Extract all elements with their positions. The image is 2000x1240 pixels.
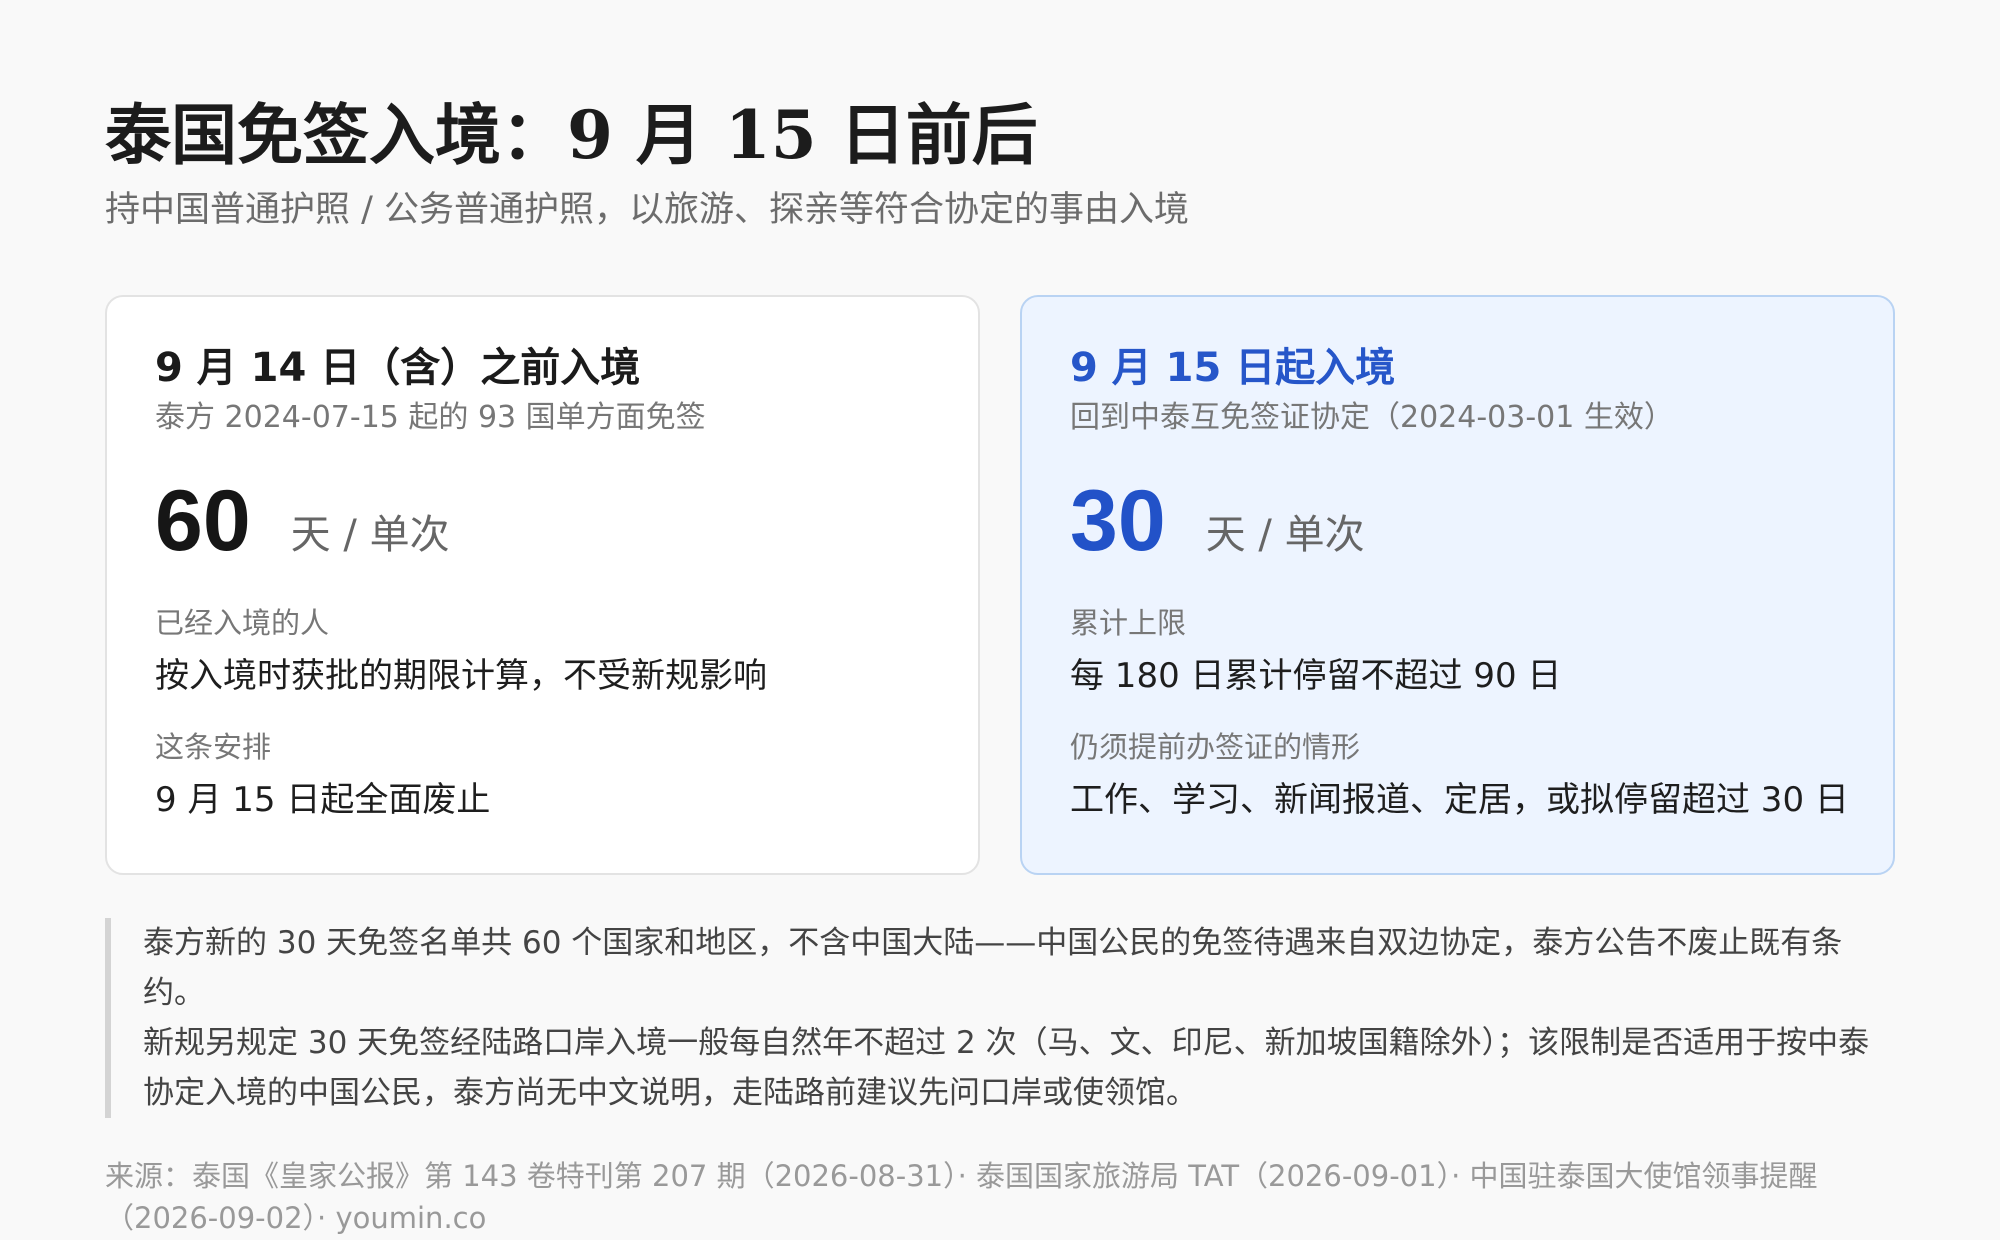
field-label: 累计上限: [1070, 606, 1187, 640]
note-paragraph: 新规另规定 30 天免签经陆路口岸入境一般每自然年不超过 2 次（马、文、印尼、…: [143, 1025, 1870, 1111]
card-subtitle: 泰方 2024-07-15 起的 93 国单方面免签: [155, 400, 706, 435]
field-label: 已经入境的人: [155, 606, 330, 640]
card-subtitle: 回到中泰互免签证协定（2024-03-01 生效）: [1070, 400, 1674, 435]
card-title: 9 月 15 日起入境: [1070, 345, 1396, 391]
card-title: 9 月 14 日（含）之前入境: [155, 345, 641, 391]
field-value: 按入境时获批的期限计算，不受新规影响: [155, 656, 767, 696]
field-label: 仍须提前办签证的情形: [1070, 730, 1361, 764]
field-value: 工作、学习、新闻报道、定居，或拟停留超过 30 日: [1070, 780, 1849, 820]
stay-days-unit: 天 / 单次: [290, 512, 450, 558]
page: 泰国免签入境：9 月 15 日前后 持中国普通护照 / 公务普通护照，以旅游、探…: [105, 90, 1895, 1235]
field-value: 每 180 日累计停留不超过 90 日: [1070, 656, 1562, 696]
stay-duration: 30 天 / 单次: [1070, 467, 1845, 567]
source-citation: 来源：泰国《皇家公报》第 143 卷特刊第 207 期（2026-08-31）·…: [105, 1159, 1818, 1235]
note-blockquote: 泰方新的 30 天免签名单共 60 个国家和地区，不含中国大陆——中国公民的免签…: [105, 918, 1895, 1118]
card-before-sep-15: 9 月 14 日（含）之前入境 泰方 2024-07-15 起的 93 国单方面…: [105, 295, 980, 875]
stay-duration: 60 天 / 单次: [155, 467, 930, 567]
stay-days-unit: 天 / 单次: [1205, 512, 1365, 558]
comparison-cards: 9 月 14 日（含）之前入境 泰方 2024-07-15 起的 93 国单方面…: [105, 295, 1895, 875]
card-from-sep-15: 9 月 15 日起入境 回到中泰互免签证协定（2024-03-01 生效） 30…: [1020, 295, 1895, 875]
field-value: 9 月 15 日起全面废止: [155, 780, 491, 820]
stay-days-number: 30: [1070, 473, 1166, 569]
field-label: 这条安排: [155, 730, 272, 764]
note-paragraph: 泰方新的 30 天免签名单共 60 个国家和地区，不含中国大陆——中国公民的免签…: [143, 925, 1843, 1011]
page-subtitle: 持中国普通护照 / 公务普通护照，以旅游、探亲等符合协定的事由入境: [105, 190, 1190, 230]
stay-days-number: 60: [155, 473, 251, 569]
page-title: 泰国免签入境：9 月 15 日前后: [105, 96, 1038, 174]
